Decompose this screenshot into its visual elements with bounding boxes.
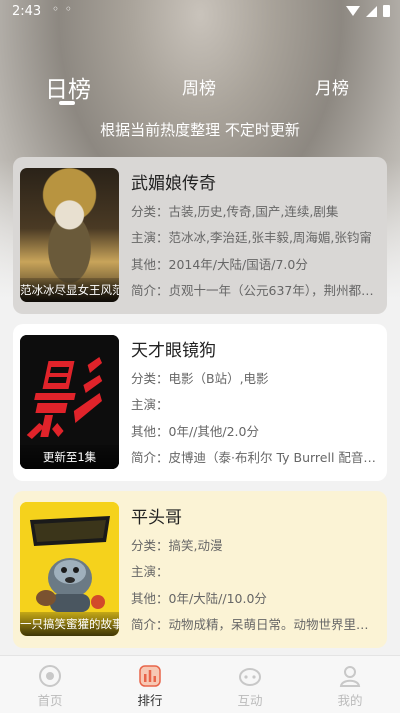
card-category: 分类：电影（B站）,电影 [131, 371, 269, 386]
signal-icon [366, 5, 377, 17]
active-tab-indicator [59, 101, 75, 105]
card-summary: 简介：动物成精，呆萌日常。动物世界里的平头哥 [131, 617, 381, 632]
wifi-icon [346, 6, 360, 16]
poster-image: 更新至1集 [20, 335, 119, 469]
tab-weekly[interactable]: 周榜 [182, 74, 216, 99]
card-other: 其他：0年/大陆//10.0分 [131, 591, 267, 606]
card-title: 平头哥 [131, 508, 182, 528]
list-item[interactable]: 范冰冰尽显女王风范 武媚娘传奇 分类：古装,历史,传奇,国产,连续,剧集 主演：… [13, 157, 387, 314]
list-item[interactable]: 一只搞笑蜜獾的故事 平头哥 分类：搞笑,动漫 主演： 其他：0年/大陆//10.… [13, 491, 387, 648]
nav-label: 首页 [37, 693, 63, 708]
home-icon [39, 665, 61, 687]
poster-caption: 一只搞笑蜜獾的故事 [20, 612, 119, 636]
nav-label: 互动 [237, 693, 263, 708]
tab-daily[interactable]: 日榜 [45, 70, 91, 104]
nav-label: 排行 [137, 693, 163, 708]
interact-icon [239, 668, 261, 686]
card-title: 天才眼镜狗 [131, 341, 216, 361]
poster-caption: 更新至1集 [20, 445, 119, 469]
nav-label: 我的 [337, 693, 363, 708]
card-category: 分类：搞笑,动漫 [131, 538, 223, 553]
card-cast: 主演：范冰冰,李治廷,张丰毅,周海媚,张钧甯 [131, 230, 372, 245]
poster-caption: 范冰冰尽显女王风范 [20, 278, 119, 302]
profile-icon [339, 666, 361, 687]
tab-monthly[interactable]: 月榜 [315, 74, 349, 99]
ranking-subtitle: 根据当前热度整理 不定时更新 [100, 121, 300, 139]
card-cast: 主演： [131, 564, 169, 579]
battery-icon [383, 5, 390, 17]
nav-ranking[interactable]: 排行 [100, 656, 200, 713]
notification-icons: ◦ ◦ [52, 2, 73, 16]
ranking-icon [139, 665, 161, 687]
poster-image: 一只搞笑蜜獾的故事 [20, 502, 119, 636]
card-cast: 主演： [131, 397, 169, 412]
nav-profile[interactable]: 我的 [300, 656, 400, 713]
list-item[interactable]: 更新至1集 天才眼镜狗 分类：电影（B站）,电影 主演： 其他：0年//其他/2… [13, 324, 387, 481]
bottom-navigation: 首页 排行 互动 我的 [0, 655, 400, 713]
card-category: 分类：古装,历史,传奇,国产,连续,剧集 [131, 204, 339, 219]
poster-image: 范冰冰尽显女王风范 [20, 168, 119, 302]
card-summary: 简介：皮博迪（泰·布利尔 Ty Burrell 配音）是一只聪明的狗 [131, 450, 381, 465]
status-bar: 2:43 ◦ ◦ [0, 0, 400, 24]
card-summary: 简介：贞观十一年（公元637年），荆州都督武士彟之女武媚娘 [131, 283, 381, 298]
card-other: 其他：2014年/大陆/国语/7.0分 [131, 257, 308, 272]
card-other: 其他：0年//其他/2.0分 [131, 424, 259, 439]
card-title: 武媚娘传奇 [131, 174, 216, 194]
nav-interact[interactable]: 互动 [200, 656, 300, 713]
status-time: 2:43 [12, 4, 42, 19]
nav-home[interactable]: 首页 [0, 656, 100, 713]
